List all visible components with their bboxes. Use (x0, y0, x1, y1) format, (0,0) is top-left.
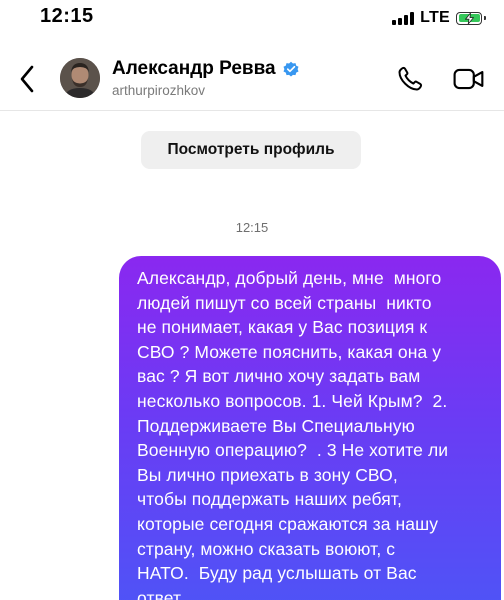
avatar[interactable] (60, 58, 100, 98)
contact-name-text: Александр Ревва (112, 58, 276, 79)
contact-name[interactable]: Александр Ревва (112, 58, 300, 80)
battery-icon (456, 11, 486, 25)
outgoing-message-bubble[interactable]: Александр, добрый день, мне много людей … (119, 256, 501, 600)
contact-username[interactable]: arthurpirozhkov (112, 83, 205, 98)
network-type: LTE (420, 9, 450, 26)
status-bar: 12:15 LTE (0, 0, 504, 40)
verified-badge-icon (283, 61, 299, 77)
chat-screen: 12:15 LTE Александр Ревва arthurpirozhko… (0, 0, 504, 600)
back-button[interactable] (12, 62, 42, 96)
battery-cap (483, 16, 486, 20)
chat-header: Александр Ревва arthurpirozhkov (0, 48, 504, 111)
view-profile-button[interactable]: Посмотреть профиль (141, 131, 361, 169)
video-camera-icon (453, 68, 484, 90)
chevron-left-icon (20, 65, 34, 93)
signal-icon (392, 11, 415, 25)
message-timestamp: 12:15 (235, 220, 269, 235)
audio-call-button[interactable] (393, 62, 427, 96)
charging-bolt-icon (464, 12, 474, 24)
avatar-photo (60, 58, 100, 98)
phone-icon (398, 66, 423, 91)
status-indicators: LTE (392, 9, 486, 27)
video-call-button[interactable] (450, 62, 488, 96)
status-time: 12:15 (40, 5, 94, 27)
